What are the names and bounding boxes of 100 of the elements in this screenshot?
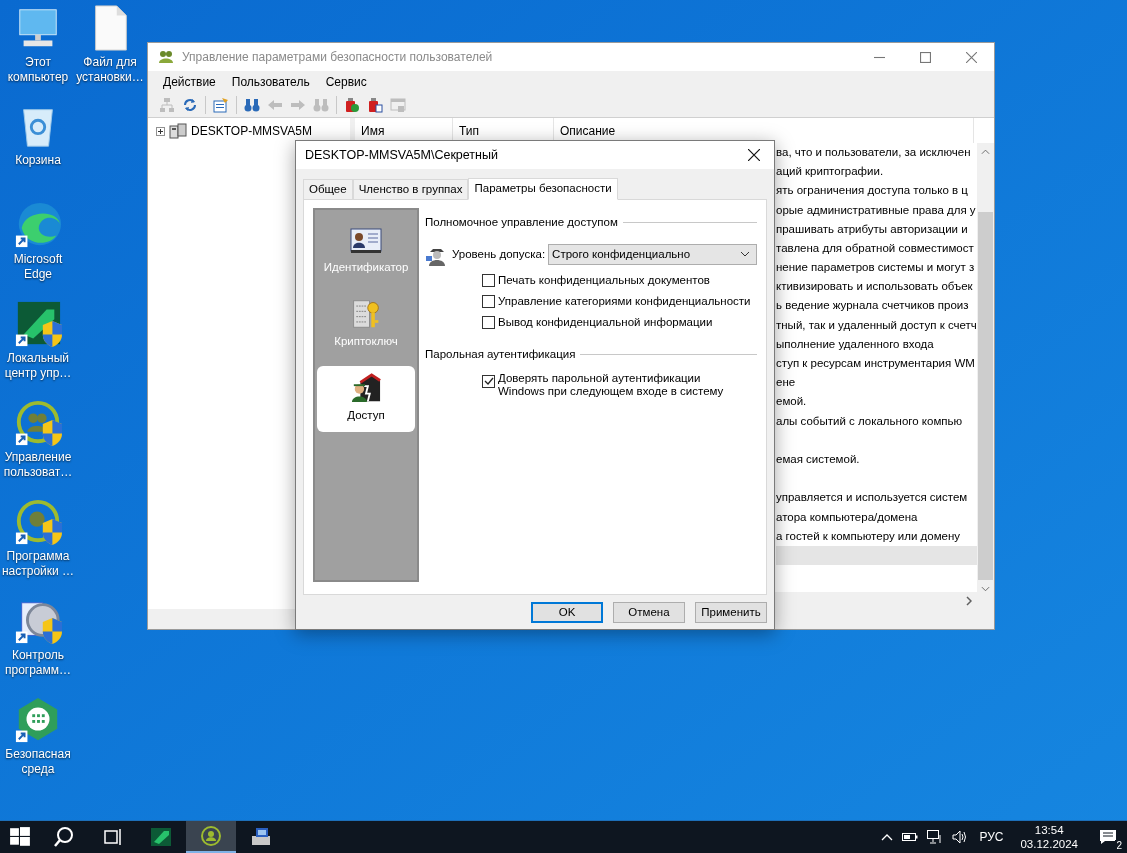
scroll-up-icon [981,149,990,155]
checkmark-icon [483,376,494,386]
table-row[interactable]: емая системой. [776,450,977,470]
field-label: Уровень допуска: [452,246,546,262]
users-icon [158,49,174,65]
close-icon [748,149,760,161]
table-row[interactable]: управляется и используется систем [776,488,977,508]
dialog-button[interactable]: OK [531,602,603,623]
desktop-shortcut[interactable]: Программа настройки … [0,498,76,579]
clearance-dropdown[interactable]: Строго конфиденциально [548,243,757,265]
windows-logo-icon [9,826,31,848]
expand-icon[interactable] [156,126,165,136]
search-icon [53,826,75,848]
chevron-down-icon [740,251,750,258]
desktop-shortcut[interactable]: Управление пользоват… [0,399,76,480]
menu-item[interactable]: Сервис [318,71,374,93]
scroll-right-icon [966,595,972,606]
properties-icon [213,97,229,113]
binoculars-icon [244,97,260,113]
window-icon [390,97,406,113]
toolbar-button[interactable] [366,96,384,114]
refresh-icon [182,97,198,113]
toolbar-button[interactable] [212,96,230,114]
chevron-up-icon [881,833,894,841]
id-card-icon [350,225,382,256]
close-icon [965,51,977,63]
table-row[interactable]: тный, так и удаленный доступ к счетч [776,315,977,335]
language-indicator[interactable]: РУС [977,828,1006,846]
toolbar-button[interactable] [343,96,361,114]
menu-item[interactable]: Действие [156,71,223,93]
table-row[interactable]: ва, что и пользователи, за исключен [776,143,977,163]
checkbox[interactable] [482,274,495,288]
battery-icon [902,832,919,842]
tab[interactable]: Параметры безопасности [468,178,618,200]
taskbar-app-button[interactable] [186,821,236,853]
checkbox-label: Вывод конфиденциальной информации [498,316,713,330]
volume-icon [952,830,969,844]
usb-key-icon [344,97,360,113]
browser-icon [14,201,62,249]
table-row[interactable]: орые административные права для у [776,200,977,220]
table-row[interactable]: ять ограничения доступа только в ц [776,181,977,201]
table-row[interactable]: ене [776,373,977,393]
forward-arrow-icon [290,97,306,113]
section-heading: Парольная аутентификация [425,347,576,363]
desktop-shortcut[interactable]: Локальный центр упр… [0,300,76,381]
table-row[interactable]: ыполнение удаленного входа [776,334,977,355]
toolbar-button[interactable] [181,96,199,114]
tab[interactable]: Общее [303,179,353,199]
table-row[interactable]: а гостей к компьютеру или домену [776,526,977,546]
navigation-item[interactable]: Доступ [317,366,415,432]
users-icon [14,399,62,447]
dialog-button[interactable]: Отмена [613,602,685,623]
settings-icon [14,498,62,546]
monitor-icon [14,300,62,348]
table-row[interactable]: тавлена для обратной совместимост [776,238,977,259]
section-heading: Полномочное управление доступом [425,215,618,230]
printer-icon [250,826,272,848]
chat-icon [1099,829,1117,845]
key-icon [350,299,382,330]
computer-icon [169,123,187,139]
network-icon [159,97,175,113]
desktop-shortcut[interactable]: Безопасная среда [0,696,76,777]
dialog-title: DESKTOP-MMSVA5M\Секретный [305,146,498,164]
menu-item[interactable]: Пользователь [224,71,317,93]
table-row[interactable]: ступ к ресурсам инструментария WM [776,354,977,374]
toolbar-button[interactable] [243,96,261,114]
table-row[interactable]: аций криптографии. [776,162,977,182]
dialog-button[interactable]: Применить [695,602,767,623]
network-icon [927,830,944,844]
task-view-icon [101,826,123,848]
table-row[interactable]: емой. [776,392,977,412]
table-row[interactable]: алы событий с локального компью [776,411,977,431]
checkbox[interactable] [482,316,495,330]
vertical-scrollbar[interactable] [977,143,994,592]
table-row[interactable]: атора компьютера/домена [776,507,977,527]
usb-key-icon [367,97,383,113]
table-row[interactable]: прашивать атрибуты авторизации и [776,219,977,239]
desktop-shortcut[interactable]: Microsoft Edge [0,201,76,282]
back-arrow-icon [267,97,283,113]
desktop-shortcut[interactable]: Контроль программ… [0,597,76,678]
checkbox-label: Управление категориями конфиденциальности [498,295,751,309]
tree-item[interactable]: DESKTOP-MMSVA5M [189,122,314,140]
desktop-shortcut[interactable]: Корзина [0,102,76,168]
maximize-icon [919,51,931,63]
table-row[interactable]: нение параметров системы и могут з [776,258,977,278]
checkbox[interactable] [482,295,495,309]
table-row[interactable]: ь ведение журнала счетчиков произ [776,296,977,316]
checkbox-label: Печать конфиденциальных документов [498,274,710,288]
window-title: Управление параметрами безопасности пользователей [182,49,493,66]
notifications-button[interactable]: 2 [1093,821,1123,853]
clock[interactable]: 13:54 03.12.2024 [1014,821,1084,853]
tab[interactable]: Членство в группах [352,179,469,199]
checkbox[interactable] [482,374,495,388]
monitor-icon [150,826,172,848]
checkbox-label: Доверять парольной аутентификации Windows при следующем входе в систему [498,371,725,398]
scroll-down-icon [981,586,990,592]
guard-house-icon [350,373,382,404]
users-icon [200,825,222,847]
table-row[interactable]: ктивизировать и использовать объек [776,277,977,297]
binoculars-icon [313,97,329,113]
